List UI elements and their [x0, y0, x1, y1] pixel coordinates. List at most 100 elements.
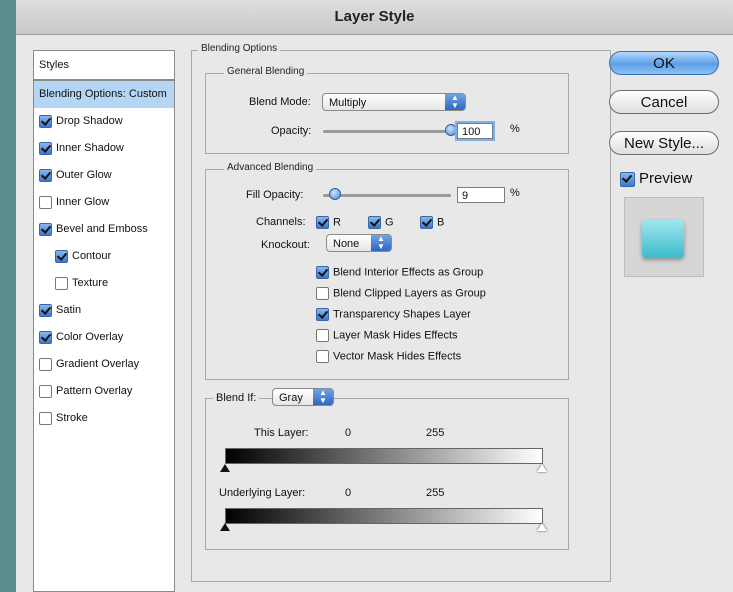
chevron-updown-icon: ▲ ▼: [313, 389, 333, 405]
preview-checkbox[interactable]: Preview: [620, 170, 692, 187]
channel-r-checkbox[interactable]: R: [316, 216, 341, 229]
blend-if-group: [205, 398, 569, 550]
style-item[interactable]: Stroke: [34, 405, 174, 432]
opacity-input[interactable]: 100: [457, 123, 493, 139]
style-item-label: Color Overlay: [56, 331, 124, 343]
style-item-label: Inner Glow: [56, 196, 110, 208]
advanced-option-checkbox[interactable]: Blend Clipped Layers as Group: [316, 287, 486, 300]
style-item-label: Gradient Overlay: [56, 358, 140, 370]
cancel-button[interactable]: Cancel: [609, 90, 719, 114]
ok-button[interactable]: OK: [609, 51, 719, 75]
general-blending-title: General Blending: [224, 66, 308, 77]
checkbox-icon: [316, 287, 329, 300]
style-item[interactable]: Contour: [34, 243, 174, 270]
checkbox-icon[interactable]: [39, 330, 52, 344]
advanced-blending-title: Advanced Blending: [224, 162, 317, 173]
advanced-option-checkbox[interactable]: Blend Interior Effects as Group: [316, 266, 483, 279]
chevron-updown-icon: ▲ ▼: [371, 235, 391, 251]
this-layer-white-handle[interactable]: [537, 464, 547, 472]
underlying-black-handle[interactable]: [220, 523, 230, 531]
fill-opacity-label: Fill Opacity:: [246, 189, 304, 201]
preview-swatch: [642, 220, 684, 258]
style-item[interactable]: Inner Shadow: [34, 135, 174, 162]
style-item[interactable]: Satin: [34, 297, 174, 324]
style-item[interactable]: Bevel and Emboss: [34, 216, 174, 243]
this-layer-label: This Layer:: [254, 427, 309, 439]
fill-opacity-slider-track[interactable]: [323, 194, 451, 197]
style-item-label: Blending Options: Custom: [39, 88, 167, 100]
style-item[interactable]: Inner Glow: [34, 189, 174, 216]
checkbox-icon: [316, 266, 329, 279]
style-item-label: Inner Shadow: [56, 142, 124, 154]
styles-list: Styles Blending Options: Custom Drop Shad…: [33, 50, 175, 592]
advanced-option-label: Vector Mask Hides Effects: [333, 350, 462, 363]
checkbox-icon: [620, 171, 635, 187]
checkbox-icon[interactable]: [39, 384, 52, 398]
blend-if-select[interactable]: Gray ▲ ▼: [272, 388, 334, 406]
checkbox-icon[interactable]: [39, 141, 52, 155]
checkbox-icon[interactable]: [39, 411, 52, 425]
style-item-label: Satin: [56, 304, 82, 316]
underlying-white-handle[interactable]: [537, 523, 547, 531]
layer-style-dialog: Layer Style Styles Blending Options: Cus…: [16, 0, 733, 592]
checkbox-icon: [316, 308, 329, 321]
checkbox-icon[interactable]: [39, 168, 52, 182]
channel-b-label: B: [437, 216, 445, 229]
blend-mode-value: Multiply: [329, 97, 367, 109]
style-item[interactable]: Blending Options: Custom: [34, 81, 174, 108]
opacity-label: Opacity:: [271, 125, 312, 137]
opacity-slider-thumb[interactable]: [445, 124, 457, 136]
knockout-label: Knockout:: [261, 239, 310, 251]
style-item-label: Bevel and Emboss: [56, 223, 148, 235]
underlying-layer-label: Underlying Layer:: [219, 487, 306, 499]
checkbox-icon: [316, 329, 329, 342]
advanced-option-checkbox[interactable]: Transparency Shapes Layer: [316, 308, 471, 321]
style-item[interactable]: Texture: [34, 270, 174, 297]
fill-opacity-input[interactable]: 9: [457, 187, 505, 203]
style-item[interactable]: Color Overlay: [34, 324, 174, 351]
opacity-slider-track[interactable]: [323, 130, 451, 133]
styles-header[interactable]: Styles: [34, 51, 174, 81]
new-style-button[interactable]: New Style...: [609, 131, 719, 155]
checkbox-icon[interactable]: [39, 195, 52, 209]
style-item[interactable]: Outer Glow: [34, 162, 174, 189]
blend-mode-select[interactable]: Multiply ▲ ▼: [322, 93, 466, 111]
channel-g-checkbox[interactable]: G: [368, 216, 394, 229]
style-item[interactable]: Pattern Overlay: [34, 378, 174, 405]
style-item-label: Stroke: [56, 412, 88, 424]
this-layer-gradient: [225, 448, 543, 464]
blend-mode-label: Blend Mode:: [249, 96, 311, 108]
channels-label: Channels:: [256, 216, 306, 228]
checkbox-icon: [316, 350, 329, 363]
knockout-select[interactable]: None ▲ ▼: [326, 234, 392, 252]
channel-r-label: R: [333, 216, 341, 229]
this-layer-black-handle[interactable]: [220, 464, 230, 472]
checkbox-icon[interactable]: [55, 276, 68, 290]
title-bar[interactable]: Layer Style: [16, 0, 733, 35]
fill-opacity-slider-thumb[interactable]: [328, 188, 341, 200]
chevron-updown-icon: ▲ ▼: [445, 94, 465, 110]
advanced-option-checkbox[interactable]: Layer Mask Hides Effects: [316, 329, 458, 342]
checkbox-icon[interactable]: [39, 303, 52, 317]
checkbox-icon: [316, 216, 329, 229]
this-layer-max: 255: [426, 427, 445, 439]
advanced-option-checkbox[interactable]: Vector Mask Hides Effects: [316, 350, 461, 363]
channel-b-checkbox[interactable]: B: [420, 216, 444, 229]
dialog-title: Layer Style: [334, 8, 415, 25]
checkbox-icon[interactable]: [39, 222, 52, 236]
checkbox-icon: [368, 216, 381, 229]
checkbox-icon: [420, 216, 433, 229]
style-item[interactable]: Gradient Overlay: [34, 351, 174, 378]
advanced-option-label: Layer Mask Hides Effects: [333, 329, 458, 342]
knockout-value: None: [333, 238, 360, 250]
checkbox-icon[interactable]: [39, 114, 52, 128]
checkbox-icon[interactable]: [39, 357, 52, 371]
checkbox-icon[interactable]: [55, 249, 68, 263]
underlying-layer-max: 255: [426, 487, 445, 499]
preview-label: Preview: [639, 170, 693, 187]
style-item-label: Contour: [72, 250, 112, 262]
general-blending-group: [205, 73, 569, 154]
style-item[interactable]: Drop Shadow: [34, 108, 174, 135]
blending-options-title: Blending Options: [198, 43, 281, 54]
advanced-option-label: Transparency Shapes Layer: [333, 308, 471, 321]
